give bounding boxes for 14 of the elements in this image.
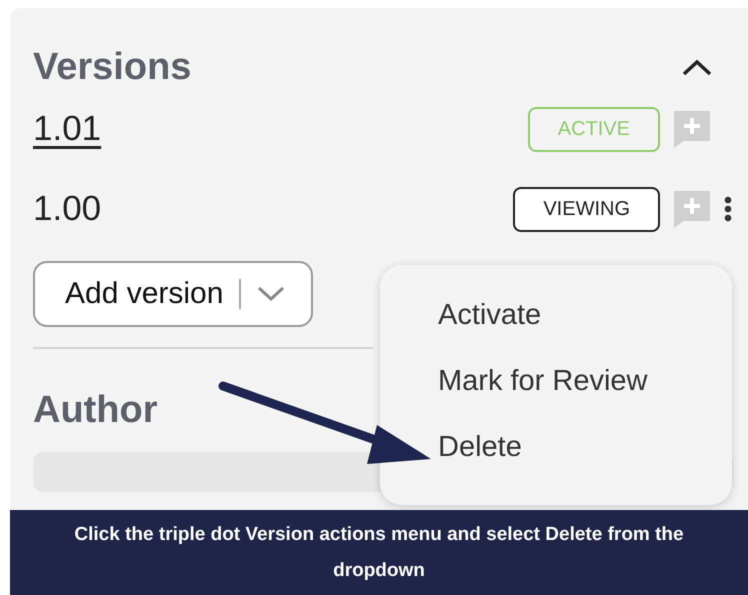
caret-icon: [257, 286, 286, 302]
status-badge: ACTIVE: [528, 106, 660, 152]
menu-item[interactable]: Delete: [438, 427, 732, 467]
section-title: Versions: [33, 46, 192, 89]
menu-item[interactable]: Mark for Review: [438, 361, 732, 401]
caption-text: Click the triple dot Version actions menu and select Delete from the dropdown: [73, 522, 685, 582]
section-title: Author: [33, 389, 158, 432]
version-link[interactable]: 1.01: [33, 109, 102, 149]
version-number: 1.00: [33, 189, 102, 229]
status-badge: VIEWING: [513, 186, 660, 232]
collapse-chevron-icon[interactable]: [682, 58, 712, 76]
add-version-button[interactable]: Add version: [33, 261, 314, 327]
more-options-icon[interactable]: [724, 196, 732, 222]
menu-item[interactable]: Activate: [438, 295, 732, 335]
